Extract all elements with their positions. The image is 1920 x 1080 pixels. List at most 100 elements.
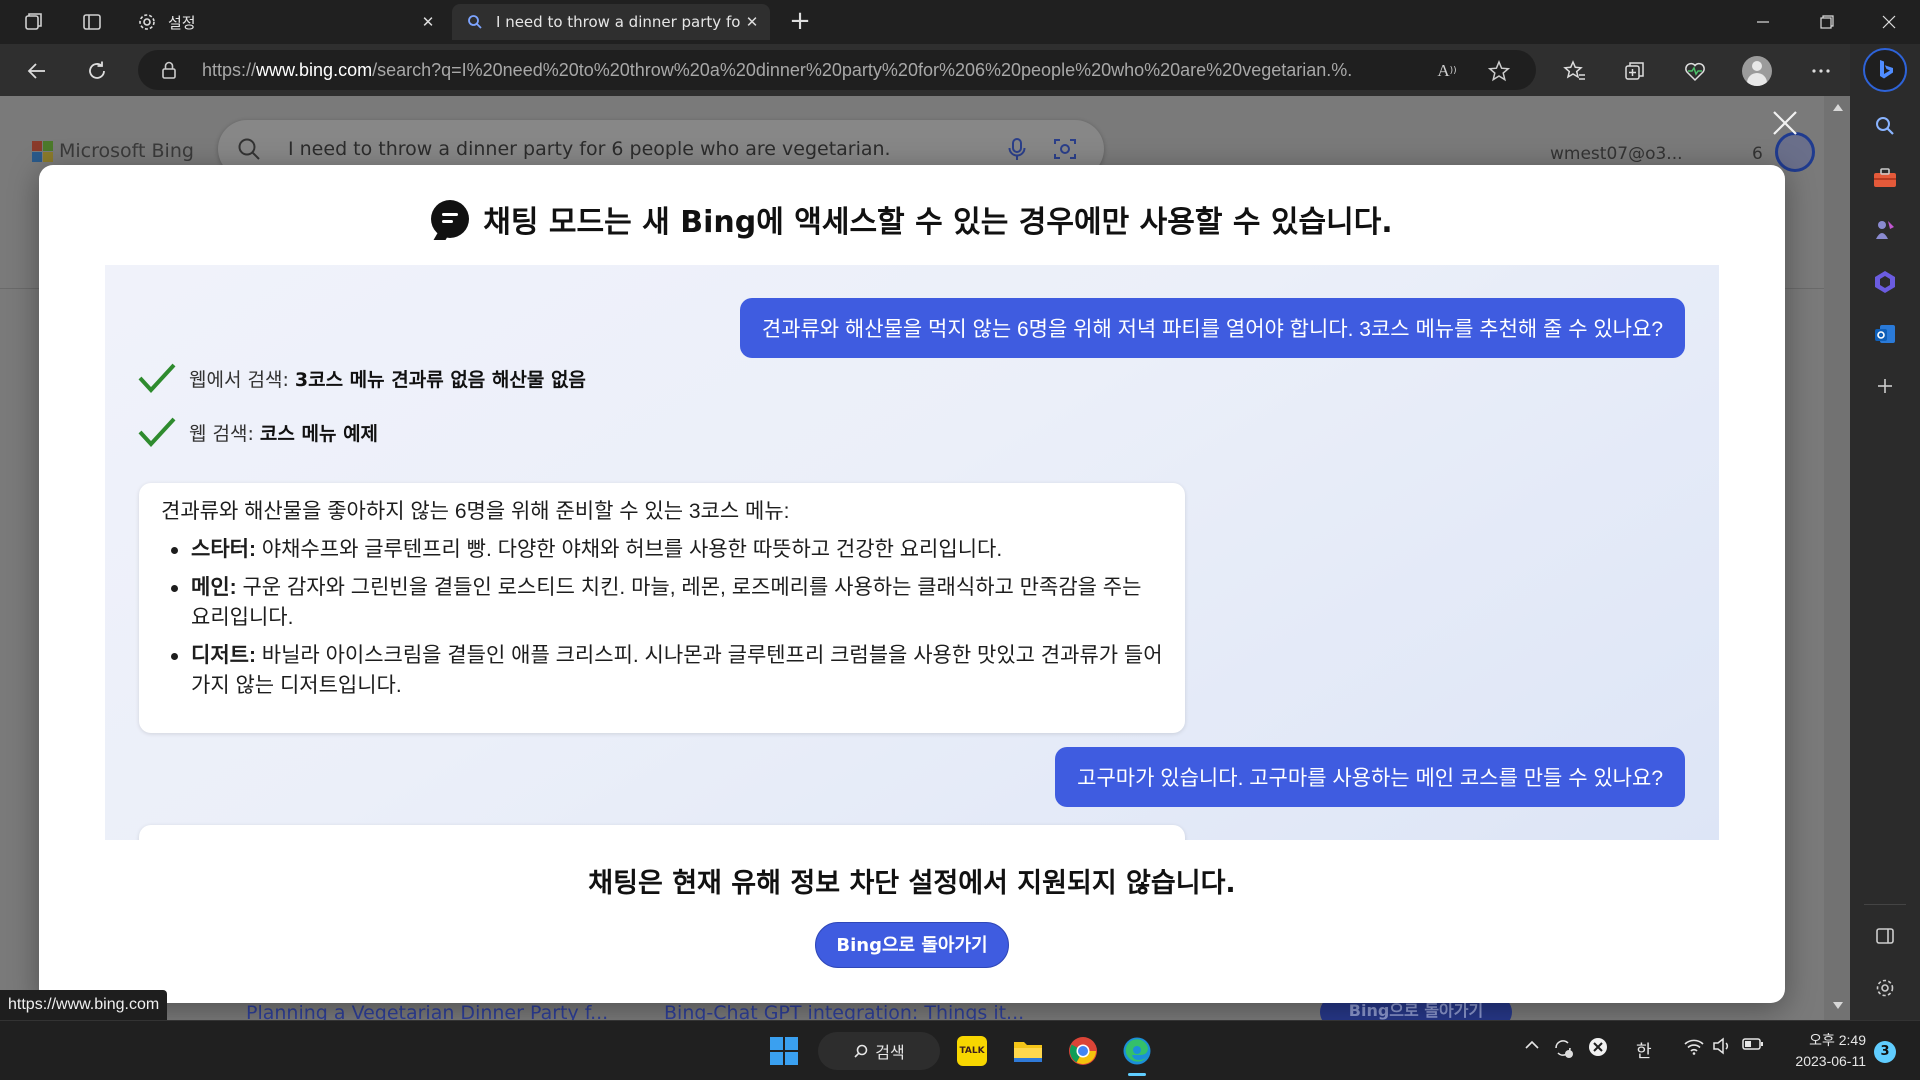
list-item-text: 야채수프와 글루텐프리 빵. 다양한 야채와 허브를 사용한 따뜻하고 건강한 … [255, 538, 1003, 561]
favorite-star-icon[interactable] [1486, 58, 1512, 84]
edge-icon[interactable] [1117, 1031, 1157, 1071]
list-item: 스타터: 야채수프와 글루텐프리 빵. 다양한 야채와 허브를 사용한 따뜻하고… [161, 535, 1163, 565]
status-url-tooltip: https://www.bing.com [0, 990, 168, 1020]
address-bar[interactable]: https://www.bing.com/search?q=I%20need%2… [138, 50, 1536, 90]
search-icon [854, 1044, 868, 1058]
ime-indicator[interactable]: 한 [1636, 1037, 1652, 1062]
back-arrow-icon[interactable] [20, 54, 54, 88]
workspaces-icon[interactable] [20, 8, 48, 36]
search-step-query: 3코스 메뉴 견과류 없음 해산물 없음 [294, 368, 586, 391]
system-clock[interactable]: 오후 2:49 2023-06-11 [1780, 1030, 1866, 1072]
chat-unavailable-modal: 채팅 모드는 새 Bing에 액세스할 수 있는 경우에만 사용할 수 있습니다… [39, 165, 1785, 1003]
bot-response-partial [139, 825, 1185, 840]
logo-text: Microsoft Bing [59, 140, 194, 162]
back-to-bing-button[interactable]: Bing으로 돌아가기 [815, 922, 1009, 968]
chat-preview: 견과류와 해산물을 먹지 않는 6명을 위해 저녁 파티를 열어야 합니다. 3… [105, 265, 1719, 840]
search-step-query: 코스 메뉴 예제 [259, 422, 379, 445]
chrome-icon[interactable] [1063, 1031, 1103, 1071]
bing-chat-icon[interactable] [1863, 48, 1907, 92]
taskbar-search-button[interactable]: 검색 [818, 1032, 940, 1070]
close-window-icon[interactable] [1858, 0, 1920, 44]
favorites-icon[interactable] [1558, 54, 1592, 88]
checkmark-icon [138, 417, 176, 447]
close-tab-icon[interactable]: ✕ [740, 10, 764, 34]
chat-bubble-icon [431, 200, 470, 238]
outlook-icon[interactable] [1869, 318, 1901, 350]
show-hidden-icons-chevron-icon[interactable] [1524, 1037, 1540, 1053]
result-link[interactable]: Bing-Chat GPT integration: Things it... [664, 1002, 1024, 1020]
tab-actions-icon[interactable] [78, 8, 106, 36]
user-message: 견과류와 해산물을 먹지 않는 6명을 위해 저녁 파티를 열어야 합니다. 3… [739, 298, 1685, 358]
visual-search-icon[interactable] [1052, 136, 1078, 162]
kakaotalk-label: TALK [959, 1046, 985, 1056]
windows-taskbar: 검색 TALK 한 오후 2:49 2023-06-11 3 [0, 1020, 1920, 1080]
more-options-icon[interactable] [1804, 54, 1838, 88]
close-modal-icon[interactable] [1770, 108, 1800, 138]
list-item-label: 메인: [191, 576, 237, 599]
notification-badge[interactable]: 3 [1874, 1041, 1896, 1063]
close-tab-icon[interactable]: ✕ [416, 10, 440, 34]
search-icon [236, 136, 262, 162]
browser-essentials-icon[interactable] [1678, 54, 1712, 88]
tab-label: I need to throw a dinner party fo [496, 13, 740, 31]
windows-start-icon[interactable] [764, 1031, 804, 1071]
games-icon[interactable] [1869, 214, 1901, 246]
search-icon[interactable] [1869, 110, 1901, 142]
sync-icon[interactable] [1552, 1037, 1574, 1059]
url-text[interactable]: https://www.bing.com/search?q=I%20need%2… [202, 60, 1352, 82]
ime-label: 한 [1636, 1042, 1652, 1062]
microsoft-365-icon[interactable] [1869, 266, 1901, 298]
minimize-icon[interactable] [1732, 0, 1794, 44]
result-link[interactable]: Planning a Vegetarian Dinner Party f... [246, 1002, 608, 1020]
new-tab-button[interactable]: + [784, 8, 816, 36]
collections-icon[interactable] [1618, 54, 1652, 88]
search-query-text[interactable]: I need to throw a dinner party for 6 peo… [288, 138, 891, 160]
battery-icon[interactable] [1742, 1037, 1764, 1051]
url-host: www.bing.com [256, 60, 373, 80]
wifi-icon[interactable] [1684, 1037, 1704, 1055]
kakaotalk-icon[interactable]: TALK [952, 1031, 992, 1071]
volume-icon[interactable] [1712, 1037, 1732, 1055]
modal-title: 채팅 모드는 새 Bing에 액세스할 수 있는 경우에만 사용할 수 있습니다… [39, 197, 1785, 241]
edge-sidebar [1850, 44, 1920, 1020]
list-item: 디저트: 바닐라 아이스크림을 곁들인 애플 크리스피. 시나몬과 글루텐프리 … [161, 641, 1163, 701]
tools-briefcase-icon[interactable] [1869, 162, 1901, 194]
user-account-name[interactable]: wmest07@o3... [1550, 144, 1683, 164]
read-aloud-icon[interactable]: A)) [1434, 58, 1460, 84]
add-icon[interactable] [1869, 370, 1901, 402]
read-aloud-label: A [1437, 61, 1450, 80]
sidebar-settings-gear-icon[interactable] [1869, 972, 1901, 1004]
url-prefix: https:// [202, 60, 257, 80]
search-step-prefix: 웹에서 검색: [189, 368, 295, 391]
tab-bing-search[interactable]: I need to throw a dinner party fo ✕ [452, 4, 770, 40]
search-step-prefix: 웹 검색: [189, 422, 260, 445]
microsoft-bing-logo[interactable]: Microsoft Bing [32, 140, 194, 162]
rewards-points[interactable]: 6 [1752, 144, 1763, 164]
file-explorer-icon[interactable] [1008, 1031, 1048, 1071]
checkmark-icon [138, 363, 176, 393]
refresh-icon[interactable] [80, 54, 114, 88]
scroll-down-arrow-icon[interactable] [1833, 1002, 1843, 1009]
microphone-icon[interactable] [1004, 136, 1030, 162]
url-path: /search?q=I%20need%20to%20throw%20a%20di… [372, 60, 1352, 80]
search-step: 웹에서 검색: 3코스 메뉴 견과류 없음 해산물 없음 [137, 361, 586, 395]
tab-label: 설정 [168, 13, 196, 32]
microsoft-logo-icon [32, 140, 53, 162]
page-scrollbar[interactable] [1824, 96, 1850, 1020]
lock-icon[interactable] [158, 59, 180, 81]
hide-sidebar-icon[interactable] [1869, 920, 1901, 952]
list-item-text: 바닐라 아이스크림을 곁들인 애플 크리스피. 시나몬과 글루텐프리 크럼블을 … [191, 644, 1163, 697]
gear-icon [136, 11, 158, 33]
bot-response-intro: 견과류와 해산물을 좋아하지 않는 6명을 위해 준비할 수 있는 3코스 메뉴… [161, 500, 790, 523]
profile-avatar[interactable] [1742, 56, 1772, 86]
tab-settings[interactable]: 설정 ✕ [136, 4, 446, 40]
list-item-text: 구운 감자와 그린빈을 곁들인 로스티드 치킨. 마늘, 레몬, 로즈메리를 사… [191, 576, 1142, 629]
clock-time: 오후 2:49 [1809, 1032, 1866, 1048]
clock-date: 2023-06-11 [1795, 1053, 1866, 1069]
restore-icon[interactable] [1796, 0, 1858, 44]
scroll-up-arrow-icon[interactable] [1833, 104, 1843, 111]
modal-title-text: 채팅 모드는 새 Bing에 액세스할 수 있는 경우에만 사용할 수 있습니다… [483, 205, 1393, 240]
error-status-icon[interactable] [1588, 1037, 1608, 1057]
active-app-indicator [1128, 1073, 1146, 1076]
list-item-label: 스타터: [191, 538, 256, 561]
